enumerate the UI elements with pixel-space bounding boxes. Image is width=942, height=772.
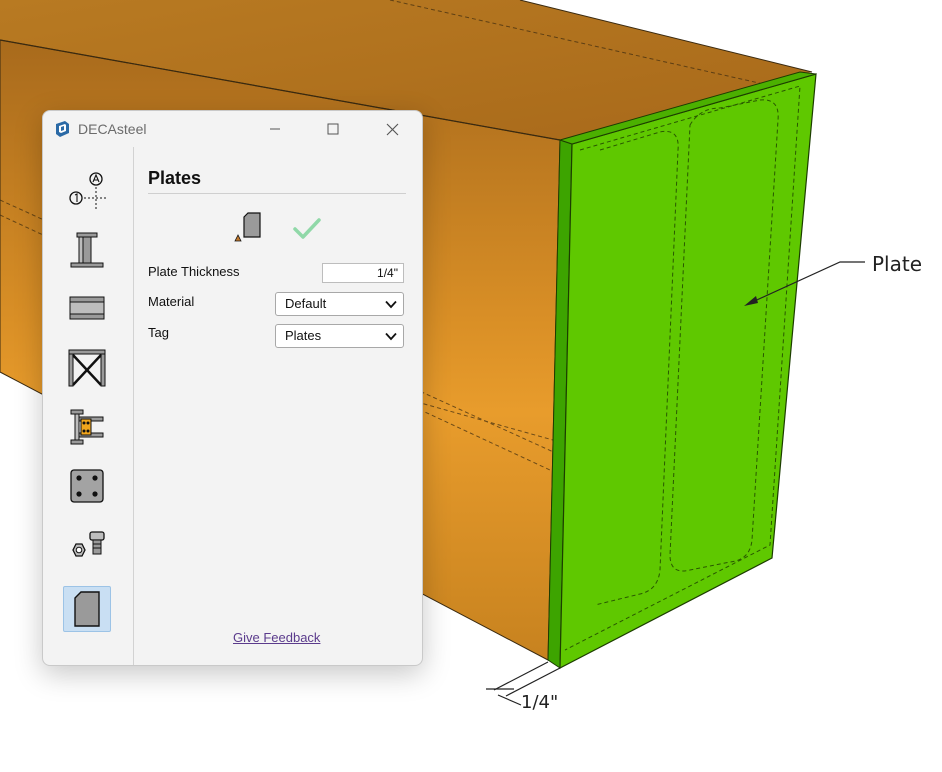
material-label: Material — [148, 294, 195, 309]
tool-plate[interactable] — [63, 586, 111, 632]
give-feedback-link[interactable]: Give Feedback — [233, 630, 320, 645]
confirm-button[interactable] — [292, 215, 322, 243]
sketchup-icon — [56, 121, 69, 137]
plates-panel: Plates Plate Thickness 1/4" Material Def… — [134, 147, 422, 665]
tool-sidebar — [43, 147, 134, 665]
plate-icon — [74, 591, 100, 627]
beam-icon — [69, 296, 105, 320]
connection-icon — [70, 409, 104, 445]
tool-bolts[interactable] — [63, 522, 111, 568]
decasteel-window: DECAsteel Plates Plate Thickness 1/4" Ma… — [42, 110, 423, 666]
panel-heading: Plates — [148, 168, 202, 188]
close-button[interactable] — [372, 117, 412, 141]
tool-base-plate[interactable] — [63, 463, 111, 509]
minimize-icon — [270, 128, 280, 130]
bolt-nut-icon — [72, 531, 105, 557]
grid-axis-icon — [69, 172, 106, 210]
tag-select-value: Plates — [285, 328, 322, 343]
tool-column[interactable] — [63, 227, 111, 273]
truss-bracing-icon — [68, 349, 106, 387]
base-plate-bolts-icon — [70, 469, 104, 503]
heading-divider — [148, 193, 406, 194]
tool-connection[interactable] — [63, 404, 111, 450]
chevron-down-icon — [385, 300, 397, 309]
close-icon — [386, 123, 398, 135]
maximize-button[interactable] — [313, 117, 353, 141]
tag-select[interactable]: Plates — [275, 324, 404, 348]
material-select-value: Default — [285, 296, 327, 311]
chevron-down-icon — [385, 332, 397, 341]
maximize-icon — [327, 123, 339, 135]
plate-callout-label: Plate — [872, 252, 923, 276]
window-title: DECAsteel — [78, 121, 147, 137]
plate-face[interactable] — [559, 73, 817, 669]
plate-thickness-input[interactable]: 1/4" — [322, 263, 404, 283]
tool-grid-axis[interactable] — [63, 168, 111, 214]
plate-thickness-label: Plate Thickness — [148, 264, 240, 279]
pick-face-button[interactable] — [232, 211, 264, 243]
title-bar[interactable]: DECAsteel — [43, 111, 422, 147]
thickness-dimension-label: 1/4" — [521, 692, 559, 713]
checkmark-icon — [293, 218, 321, 239]
tool-beam[interactable] — [63, 286, 111, 332]
minimize-button[interactable] — [255, 117, 295, 141]
tag-label: Tag — [148, 325, 169, 340]
tool-bracing[interactable] — [63, 345, 111, 391]
plate-pick-icon — [234, 212, 261, 242]
material-select[interactable]: Default — [275, 292, 404, 316]
column-icon — [70, 232, 104, 268]
